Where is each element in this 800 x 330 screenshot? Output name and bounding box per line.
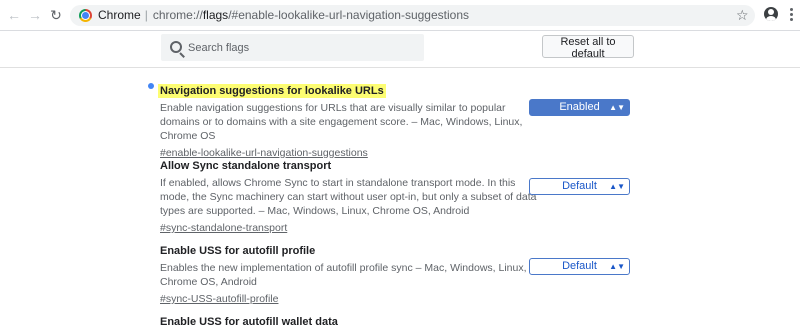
search-input[interactable] [188,39,408,56]
experiment-state-select[interactable]: Default ▲▼ [529,178,630,195]
experiment-sync-standalone: Allow Sync standalone transport If enabl… [160,156,540,236]
experiment-state-select[interactable]: Default ▲▼ [529,258,630,275]
experiment-title: Navigation suggestions for lookalike URL… [158,84,386,98]
modified-indicator-dot [148,83,154,89]
experiment-link[interactable]: #sync-standalone-transport [160,221,287,235]
reload-icon[interactable]: ↻ [48,7,64,23]
experiment-description: Enables the new implementation of autofi… [160,262,527,288]
search-icon [170,41,182,53]
experiment-description: Enable navigation suggestions for URLs t… [160,102,523,142]
omnibox-separator: | [144,8,148,22]
chrome-logo-icon [79,9,92,22]
experiment-title: Allow Sync standalone transport [160,160,332,172]
browser-toolbar: ← → ↻ Chrome | chrome://flags/#enable-look… [0,0,800,31]
experiment-lookalike-url: Navigation suggestions for lookalike URL… [158,81,540,161]
star-icon[interactable]: ☆ [736,7,749,23]
omnibox-scheme-label: Chrome [98,8,141,22]
account-icon[interactable] [764,7,778,21]
reset-all-button[interactable]: Reset all to default [542,35,634,60]
experiment-link[interactable]: #sync-USS-autofill-profile [160,292,278,306]
flags-header: Reset all to default [0,31,800,68]
omnibox[interactable]: Chrome | chrome://flags/#enable-lookalike-… [70,5,755,26]
experiment-description: If enabled, allows Chrome Sync to start … [160,177,537,217]
forward-arrow-icon[interactable]: → [27,7,43,23]
experiments-list: Navigation suggestions for lookalike URL… [0,68,800,330]
experiment-uss-autofill-profile: Enable USS for autofill profile Enables … [160,241,540,307]
experiment-uss-autofill-wallet: Enable USS for autofill wallet data [160,312,540,330]
menu-dots-icon[interactable] [790,8,793,23]
search-box[interactable] [161,34,424,61]
back-arrow-icon[interactable]: ← [6,7,22,23]
select-arrows-icon: ▲▼ [609,182,625,191]
select-arrows-icon: ▲▼ [609,262,625,271]
select-arrows-icon: ▲▼ [609,103,625,112]
experiment-title: Enable USS for autofill profile [160,245,316,257]
experiment-state-select[interactable]: Enabled ▲▼ [529,99,630,116]
omnibox-url: chrome://flags/#enable-lookalike-url-nav… [152,8,469,22]
